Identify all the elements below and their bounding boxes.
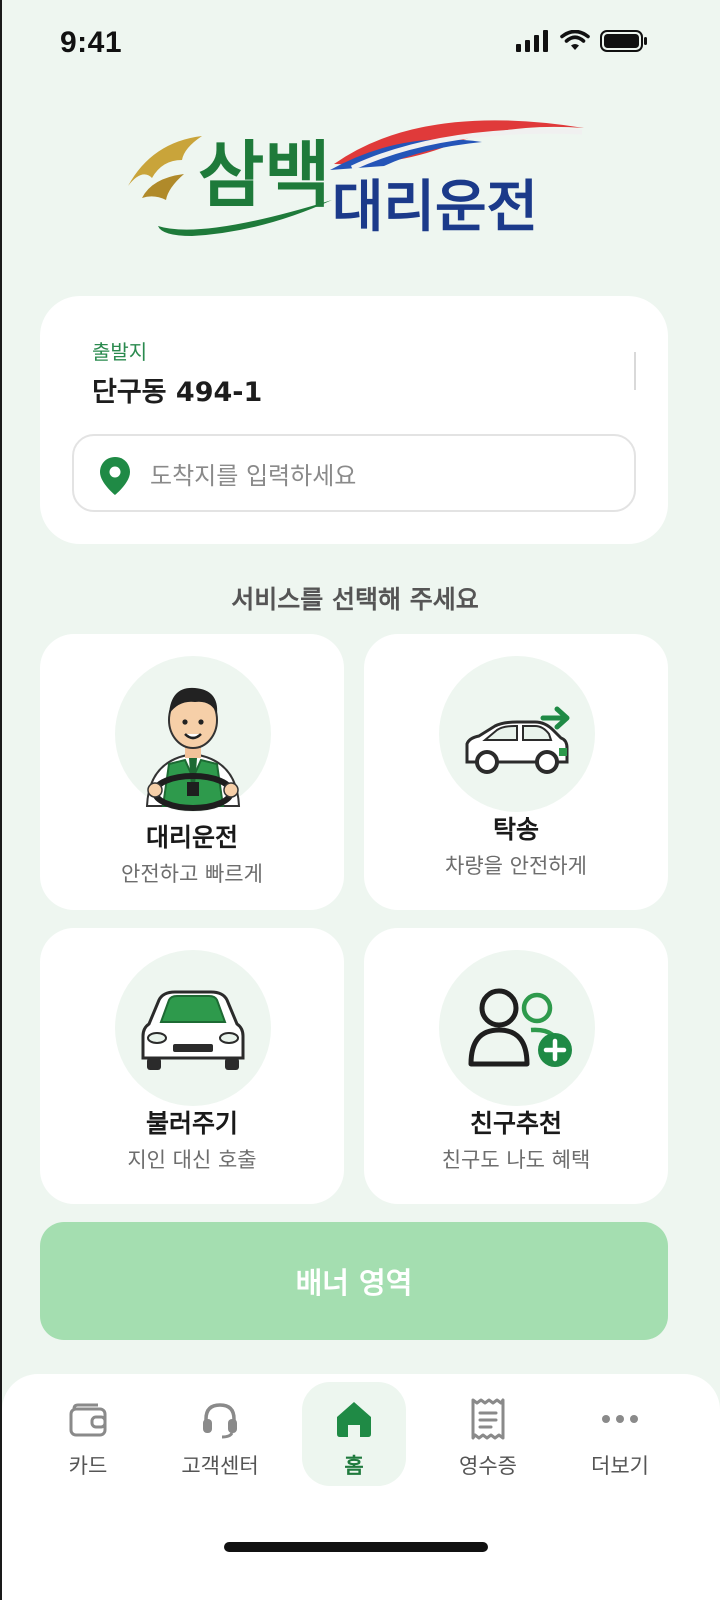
service-card-refer-friend[interactable]: 친구추천 친구도 나도 혜택 xyxy=(364,928,668,1204)
nav-label: 더보기 xyxy=(591,1454,649,1478)
nav-label: 영수증 xyxy=(459,1454,517,1478)
section-title: 서비스를 선택해 주세요 xyxy=(231,585,479,614)
home-indicator xyxy=(224,1542,488,1552)
service-icon-bg xyxy=(439,950,595,1106)
nav-item-more[interactable]: 더보기 xyxy=(568,1382,672,1486)
add-friend-icon xyxy=(468,988,572,1067)
headset-icon xyxy=(203,1403,237,1439)
logo-sub-text: 대리운전 xyxy=(332,175,538,240)
home-icon xyxy=(337,1402,371,1437)
bottom-navigation: 카드 고객센터 홈 영수증 더보기 xyxy=(2,1374,720,1600)
status-time: 9:41 xyxy=(60,26,123,59)
service-subtitle: 차량을 안전하게 xyxy=(445,854,587,878)
service-title: 불러주기 xyxy=(145,1109,238,1138)
logo-main-text: 삼백 xyxy=(198,133,330,217)
address-card: 출발지 단구동 494-1 도착지를 입력하세요 xyxy=(40,296,668,544)
nav-label: 홈 xyxy=(344,1454,364,1478)
promo-banner[interactable]: 배너 영역 xyxy=(40,1222,668,1340)
driver-icon xyxy=(145,687,241,811)
nav-item-card[interactable]: 카드 xyxy=(36,1382,140,1486)
brand-logo: 삼백 대리운전 xyxy=(122,108,602,248)
car-transfer-icon xyxy=(465,706,570,774)
nav-label: 카드 xyxy=(68,1454,108,1478)
destination-placeholder: 도착지를 입력하세요 xyxy=(150,462,357,490)
location-pin-icon xyxy=(100,457,130,495)
wifi-icon xyxy=(560,30,590,50)
service-subtitle: 친구도 나도 혜택 xyxy=(441,1148,591,1172)
service-subtitle: 안전하고 빠르게 xyxy=(121,862,263,886)
more-icon xyxy=(602,1415,638,1423)
service-card-call-for-others[interactable]: 불러주기 지인 대신 호출 xyxy=(40,928,344,1204)
nav-label: 고객센터 xyxy=(181,1454,259,1478)
divider xyxy=(634,352,636,390)
service-card-delivery[interactable]: 탁송 차량을 안전하게 xyxy=(364,634,668,910)
service-title: 대리운전 xyxy=(145,823,238,852)
destination-input[interactable]: 도착지를 입력하세요 xyxy=(72,434,636,512)
service-subtitle: 지인 대신 호출 xyxy=(127,1148,257,1172)
service-title: 탁송 xyxy=(492,815,539,844)
origin-label: 출발지 xyxy=(92,340,148,364)
nav-item-home[interactable]: 홈 xyxy=(302,1382,406,1486)
service-icon-bg xyxy=(115,656,271,812)
car-front-icon xyxy=(141,990,245,1070)
service-icon-bg xyxy=(115,950,271,1106)
service-card-driver[interactable]: 대리운전 안전하고 빠르게 xyxy=(40,634,344,910)
service-title: 친구추천 xyxy=(469,1109,562,1138)
origin-value[interactable]: 단구동 494-1 xyxy=(92,370,262,409)
service-icon-bg xyxy=(439,656,595,812)
signal-icon xyxy=(516,30,548,52)
wallet-icon xyxy=(69,1403,107,1437)
receipt-icon xyxy=(471,1398,505,1440)
app-screen: 9:41 삼백 대리운전 출발지 단구동 494-1 도착지를 입력하세요 서비… xyxy=(2,0,720,1600)
nav-item-receipt[interactable]: 영수증 xyxy=(436,1382,540,1486)
nav-item-support[interactable]: 고객센터 xyxy=(168,1382,272,1486)
battery-icon xyxy=(600,30,647,52)
status-icons xyxy=(516,30,648,52)
